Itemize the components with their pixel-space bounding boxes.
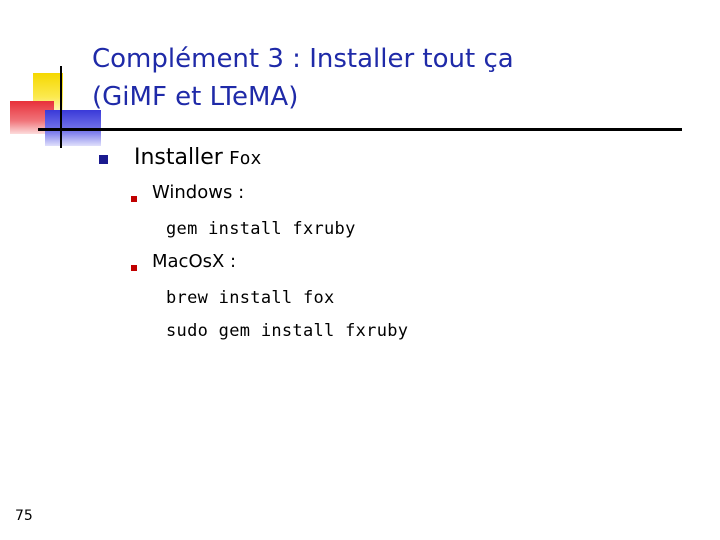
sub-bullet-windows: Windows : [152, 182, 245, 203]
bullet-installer-code: Fox [228, 148, 262, 169]
code-line-macosx-1: brew install fox [166, 288, 335, 308]
square-bullet-icon [131, 196, 137, 202]
code-line-windows-1: gem install fxruby [166, 219, 356, 239]
square-bullet-icon [131, 265, 137, 271]
page-number: 75 [15, 508, 33, 524]
code-line-macosx-2: sudo gem install fxruby [166, 321, 409, 341]
sub-bullet-macosx: MacOsX : [152, 251, 237, 272]
bullet-installer: Installer Fox [134, 143, 261, 174]
square-bullet-icon [99, 155, 108, 164]
slide-content: Installer Fox Windows : gem install fxrub… [0, 0, 720, 540]
bullet-installer-text: Installer [134, 145, 223, 170]
